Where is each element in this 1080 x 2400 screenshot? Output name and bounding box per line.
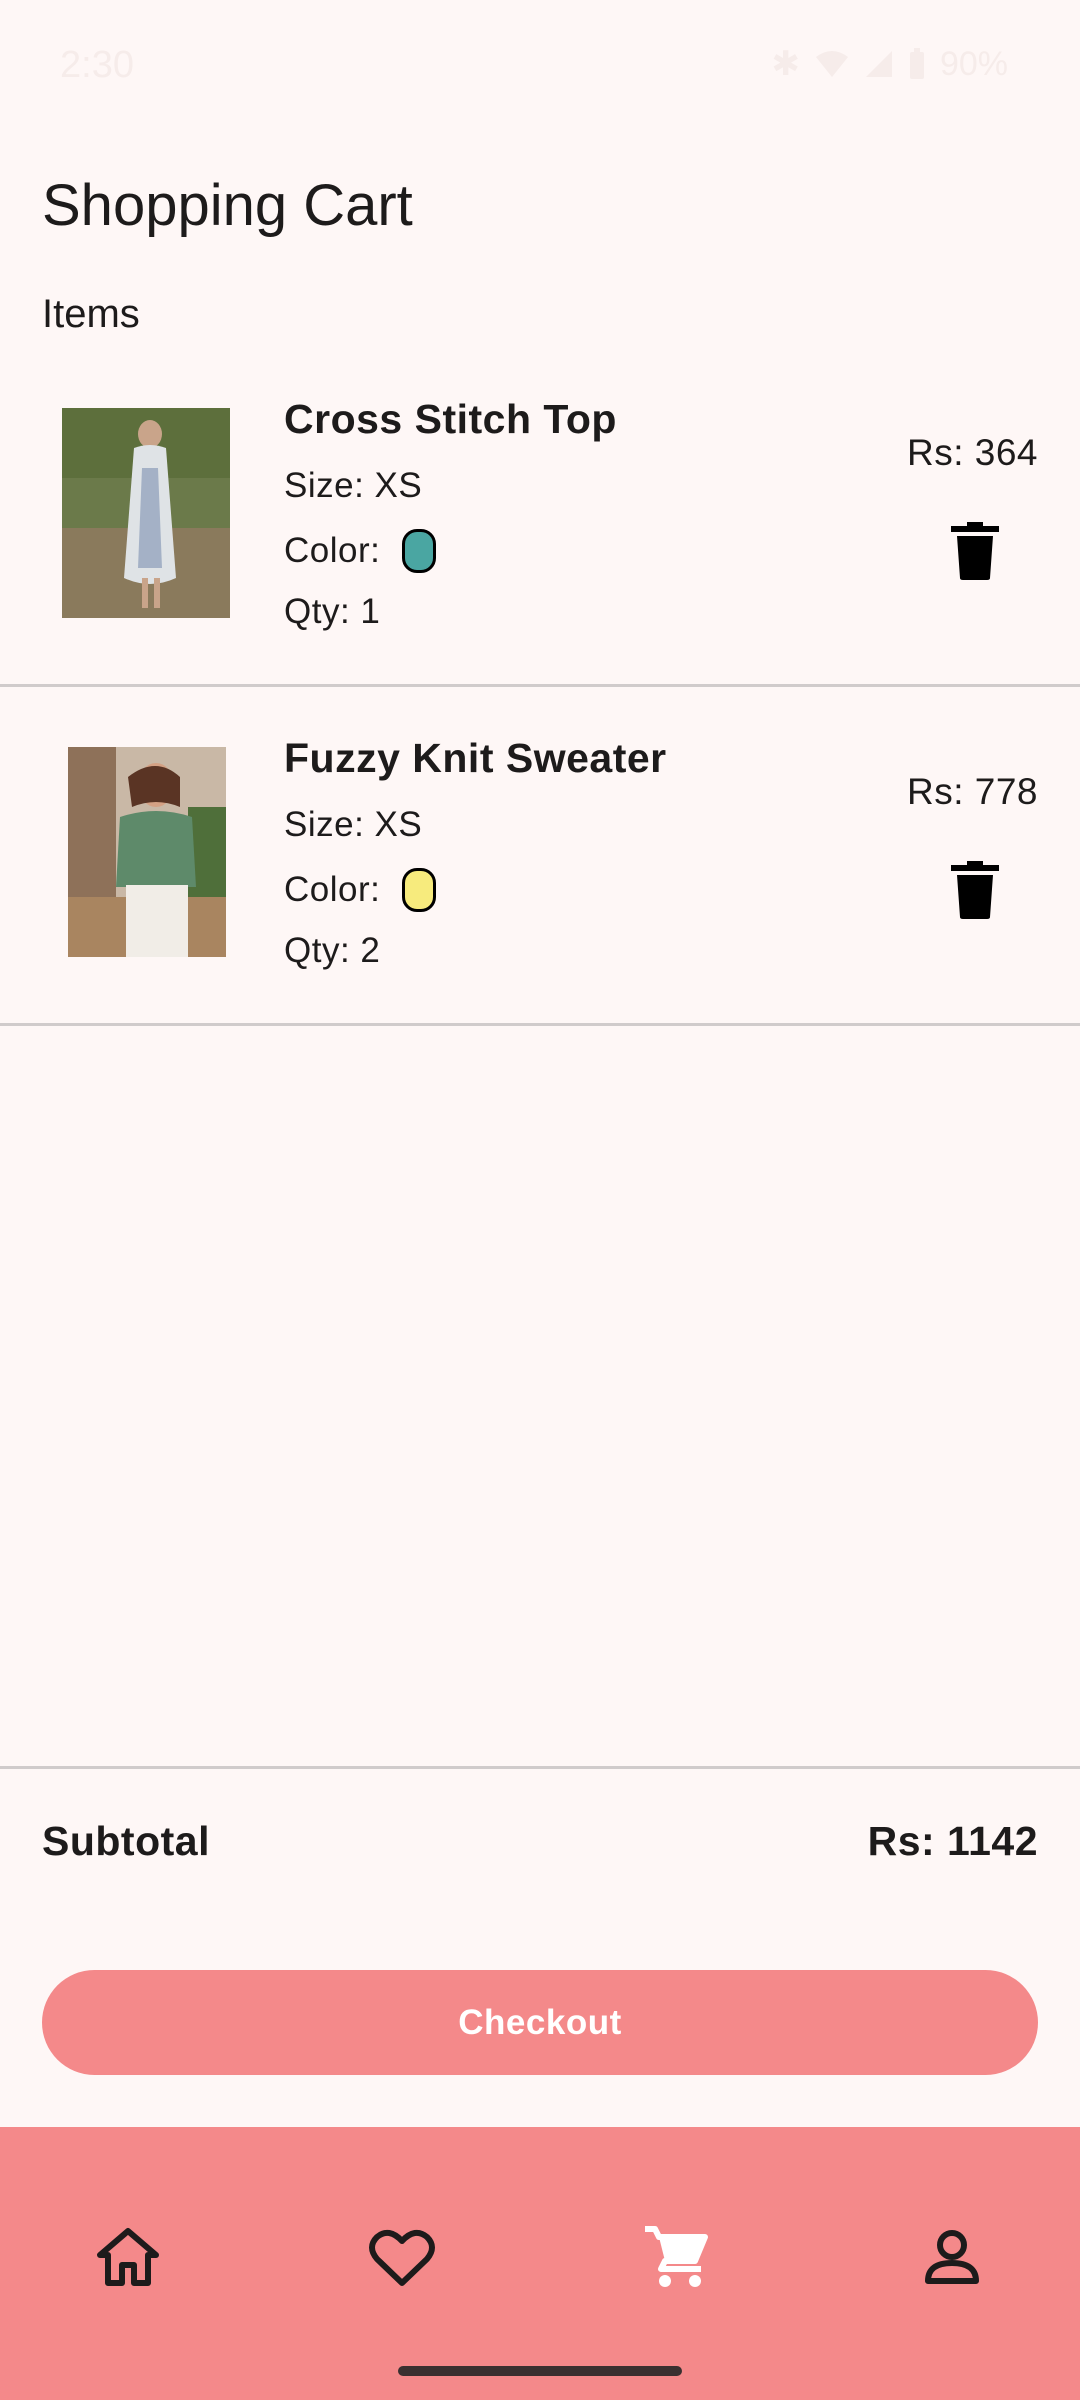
item-price: Rs: 364: [906, 432, 1038, 473]
item-qty: Qty: 1: [284, 592, 381, 631]
item-color: Color:: [284, 868, 437, 912]
bluetooth-icon: ✱: [771, 45, 800, 83]
item-name: Fuzzy Knit Sweater: [284, 735, 667, 781]
checkout-button[interactable]: Checkout: [42, 1970, 1038, 2075]
profile-icon: [925, 2230, 979, 2284]
product-photo-fuzzy-knit-sweater: [68, 747, 226, 957]
summary-divider: [0, 1766, 1080, 1769]
cart-item[interactable]: Fuzzy Knit Sweater Size: XS Color: Qty: …: [0, 685, 1080, 1026]
status-time: 2:30: [60, 44, 134, 86]
heart-icon: [369, 2229, 435, 2286]
signal-icon: [865, 51, 892, 77]
section-label-items: Items: [42, 292, 140, 336]
item-color: Color:: [284, 529, 437, 573]
battery-percent: 90%: [939, 44, 1008, 83]
product-image[interactable]: [62, 408, 230, 618]
color-swatch: [402, 529, 437, 573]
product-photo-cross-stitch-top: [62, 408, 230, 618]
nav-cart[interactable]: [616, 2197, 736, 2317]
nav-home[interactable]: [68, 2197, 188, 2317]
item-name: Cross Stitch Top: [284, 396, 617, 442]
bottom-nav: [0, 2127, 1080, 2400]
item-color-label: Color:: [284, 531, 381, 570]
nav-favorites[interactable]: [342, 2197, 462, 2317]
nav-profile[interactable]: [892, 2197, 1012, 2317]
subtotal-value: Rs: 1142: [867, 1818, 1038, 1864]
item-color-label: Color:: [284, 870, 381, 909]
item-price: Rs: 778: [906, 771, 1038, 812]
subtotal-label: Subtotal: [42, 1818, 210, 1864]
wifi-icon: [815, 51, 848, 77]
trash-icon: [951, 522, 999, 580]
status-bar: 2:30 ✱ 90%: [0, 0, 1080, 130]
item-size: Size: XS: [284, 805, 423, 844]
item-qty: Qty: 2: [284, 931, 381, 970]
page-title: Shopping Cart: [42, 173, 413, 238]
item-size: Size: XS: [284, 466, 423, 505]
battery-icon: [909, 48, 924, 79]
product-image[interactable]: [68, 747, 226, 957]
gesture-bar[interactable]: [398, 2366, 682, 2376]
delete-button[interactable]: [951, 522, 999, 580]
trash-icon: [951, 861, 999, 919]
home-icon: [97, 2228, 159, 2286]
cart-item[interactable]: Cross Stitch Top Size: XS Color: Qty: 1 …: [0, 346, 1080, 687]
delete-button[interactable]: [951, 861, 999, 919]
color-swatch: [402, 868, 437, 912]
cart-icon: [645, 2226, 708, 2287]
status-icons: ✱ 90%: [771, 44, 1008, 84]
